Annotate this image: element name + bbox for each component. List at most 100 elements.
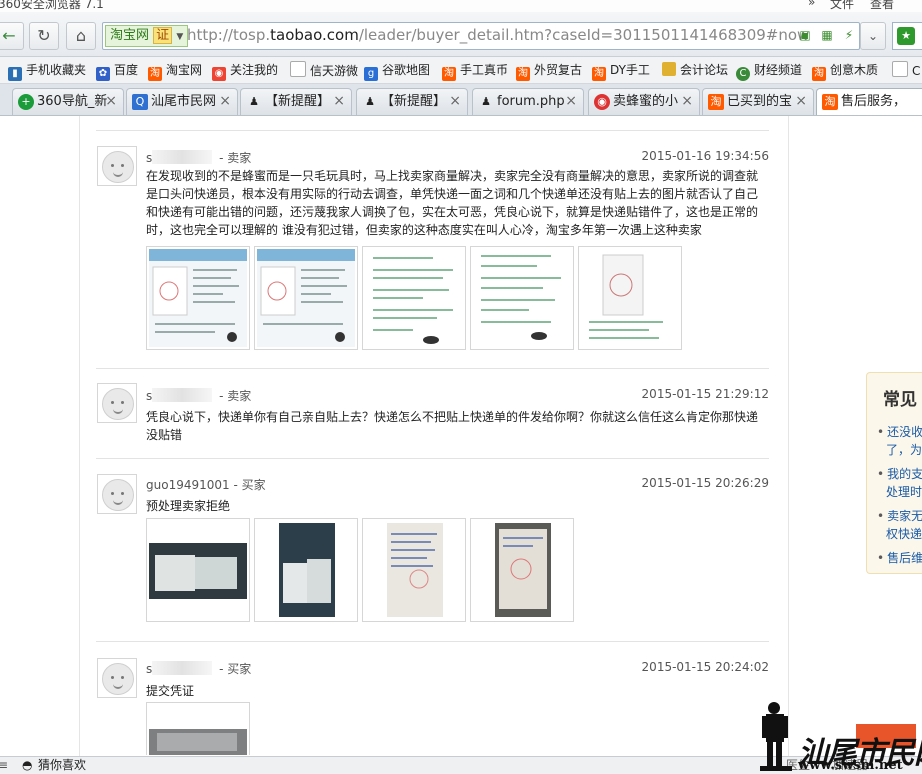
faq-link[interactable]: 处理时 [877, 483, 922, 501]
evidence-thumbnail[interactable] [362, 518, 466, 622]
back-button[interactable]: ← [0, 22, 24, 50]
bookmark-item[interactable]: 信天游微 [290, 61, 358, 80]
user-silhouette-icon: ♟ [249, 95, 259, 108]
close-tab-icon[interactable]: × [105, 93, 117, 109]
faq-link[interactable]: • 卖家无 [877, 507, 922, 525]
taobao-icon: 淘 [442, 67, 456, 81]
evidence-thumbnail[interactable] [254, 246, 358, 350]
search-q-icon: Q [132, 94, 148, 110]
menu-view[interactable]: 查看 [870, 0, 894, 12]
bullet-icon: • [877, 509, 885, 523]
record-divider [96, 641, 769, 642]
evidence-thumbnail[interactable] [362, 246, 466, 350]
window-title-bar: 360安全浏览器 7.1 » 文件 查看 [0, 0, 922, 12]
evidence-thumbnail[interactable] [146, 702, 250, 755]
tab-reminder-2[interactable]: ♟ 【新提醒】 × [356, 88, 468, 115]
evidence-thumbnail[interactable] [578, 246, 682, 350]
bookmark-item[interactable]: g 谷歌地图 [364, 61, 430, 81]
faq-link[interactable]: • 我的支 [877, 465, 922, 483]
faq-link[interactable]: • 还没收 [877, 423, 922, 441]
bookmark-item[interactable]: C 财经频道 [736, 61, 802, 81]
weibo-icon: ◉ [212, 67, 226, 81]
site-identity-badge[interactable]: 淘宝网 证 ▼ [105, 25, 189, 47]
tab-honey-seller[interactable]: ◉ 卖蜂蜜的小 × [588, 88, 700, 115]
tab-360-nav[interactable]: +360导航_新 × [12, 88, 124, 115]
search-engine-button[interactable]: ★ [892, 22, 922, 50]
bookmark-item[interactable]: ▮ 手机收藏夹 [8, 61, 86, 81]
avatar [97, 146, 137, 186]
watermark-url: www.swsm.net [798, 758, 903, 773]
record-user: s - 卖家 [146, 388, 252, 403]
taobao-icon: 淘 [812, 67, 826, 81]
paw-icon: ✿ [96, 67, 110, 81]
menu-chevron-icon[interactable]: » [808, 0, 815, 9]
bookmarks-bar: ▮ 手机收藏夹 ✿ 百度 淘淘宝网 ◉ 关注我的 信天游微 g 谷歌地图 淘手工真币 淘… [0, 57, 922, 84]
record-time: 2015-01-15 20:26:29 [641, 476, 769, 490]
tab-after-sale[interactable]: 淘售后服务， [816, 88, 922, 115]
evidence-thumbnail[interactable] [470, 246, 574, 350]
close-tab-icon[interactable]: × [449, 93, 461, 109]
package-photo-image [255, 519, 357, 621]
navigation-toolbar: ← ↻ ⌂ 淘宝网 证 ▼ http://tosp.taobao.com/lea… [0, 12, 922, 57]
avatar [97, 658, 137, 698]
menu-file[interactable]: 文件 [830, 0, 854, 12]
taobao-icon: 淘 [822, 94, 838, 110]
close-tab-icon[interactable]: × [565, 93, 577, 109]
faq-link[interactable]: • 售后维 [877, 549, 922, 567]
bookmark-item[interactable]: C [892, 61, 920, 80]
bookmark-item[interactable]: ◉ 关注我的 [212, 61, 278, 81]
bookmark-item[interactable]: 淘淘宝网 [148, 61, 202, 81]
taobao-icon: 淘 [516, 67, 530, 81]
bullet-icon: • [877, 425, 885, 439]
back-arrow-icon: ← [2, 26, 16, 45]
speed-mode-icon[interactable]: ⚡ [841, 27, 857, 43]
bookmark-item[interactable]: 会计论坛 [662, 61, 728, 79]
site-dropdown-icon: ▼ [176, 32, 184, 42]
evidence-thumbnail[interactable] [254, 518, 358, 622]
qr-code-icon[interactable]: ▦ [819, 27, 835, 43]
default-avatar-icon [102, 479, 134, 511]
avatar [97, 474, 137, 514]
bookmark-item[interactable]: 淘创意木质 [812, 61, 878, 81]
bookmark-item[interactable]: 淘手工真币 [442, 61, 508, 81]
status-suggestion-link[interactable]: 猜你喜欢 [38, 757, 86, 774]
refresh-button[interactable]: ↻ [29, 22, 59, 50]
plus-icon: + [18, 94, 34, 110]
bookmark-item[interactable]: 淘外贸复古 [516, 61, 582, 81]
record-user: s - 卖家 [146, 150, 252, 165]
evidence-thumbnail[interactable] [470, 518, 574, 622]
chat-screenshot-image [257, 249, 355, 347]
tab-purchased[interactable]: 淘已买到的宝 × [702, 88, 814, 115]
address-dropdown-button[interactable]: ⌄ [860, 22, 886, 50]
record-message: 预处理卖家拒绝 [146, 499, 231, 513]
close-tab-icon[interactable]: × [333, 93, 345, 109]
page-icon [290, 61, 306, 77]
bookmark-item[interactable]: 淘 DY手工 [592, 61, 650, 81]
close-tab-icon[interactable]: × [795, 93, 807, 109]
status-menu-icon[interactable]: ≡ [0, 757, 8, 774]
close-tab-icon[interactable]: × [219, 93, 231, 109]
faq-link[interactable]: 权快递 [877, 525, 922, 543]
default-avatar-icon [102, 151, 134, 183]
home-button[interactable]: ⌂ [66, 22, 96, 50]
tab-reminder-1[interactable]: ♟ 【新提醒】 × [240, 88, 352, 115]
close-tab-icon[interactable]: × [681, 93, 693, 109]
evidence-thumbnail[interactable] [146, 246, 250, 350]
faq-link[interactable]: 了，为 [877, 441, 922, 459]
home-icon: ⌂ [75, 26, 87, 45]
bullet-icon: • [877, 551, 885, 565]
address-bar[interactable]: 淘宝网 证 ▼ http://tosp.taobao.com/leader/bu… [102, 22, 860, 50]
tab-shanwei[interactable]: Q 汕尾市民网 × [126, 88, 238, 115]
evidence-thumbnail[interactable] [146, 518, 250, 622]
search-engine-icon: ★ [897, 27, 915, 45]
bookmark-item[interactable]: ✿ 百度 [96, 61, 138, 81]
url-domain: taobao.com [270, 26, 359, 44]
page-image-icon[interactable]: ▣ [797, 27, 813, 43]
record-time: 2015-01-15 20:24:02 [641, 660, 769, 674]
tab-forum[interactable]: ♟ forum.php × [472, 88, 584, 115]
default-avatar-icon [102, 388, 134, 420]
blurred-username [152, 661, 213, 675]
chevron-down-icon: ⌄ [867, 29, 879, 43]
default-avatar-icon [102, 663, 134, 695]
watermark-figure-icon [760, 702, 792, 771]
